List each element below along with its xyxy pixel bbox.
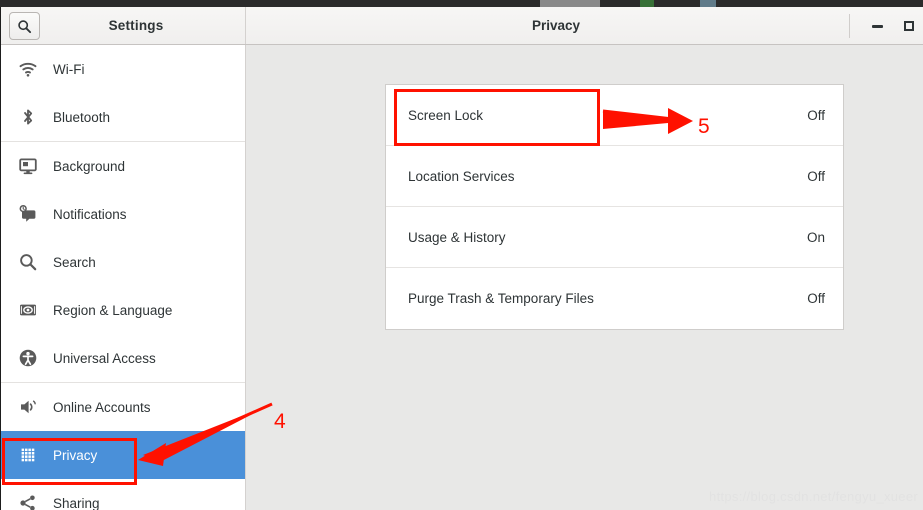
minimize-button[interactable]: [862, 7, 892, 45]
sidebar-item-universal-access[interactable]: Universal Access: [1, 334, 245, 382]
page-title: Privacy: [531, 18, 581, 33]
sidebar-item-region-language[interactable]: Region & Language: [1, 286, 245, 334]
sidebar-item-label: Bluetooth: [53, 109, 111, 125]
privacy-row-title: Usage & History: [408, 229, 506, 245]
headerbar-left: Settings: [1, 7, 246, 44]
sidebar-item-privacy[interactable]: Privacy: [1, 431, 245, 479]
content-area: Screen Lock Off Location Services Off Usage …: [246, 45, 923, 510]
privacy-row-purge-trash-temporary-files[interactable]: Purge Trash & Temporary Files Off: [386, 268, 843, 329]
privacy-row-state: On: [806, 229, 825, 245]
privacy-options-panel: Screen Lock Off Location Services Off Usage …: [385, 84, 844, 330]
privacy-row-title: Screen Lock: [408, 107, 484, 123]
search-icon: [20, 254, 37, 271]
sidebar-item-label: Universal Access: [53, 350, 156, 366]
sidebar-item-background[interactable]: Background: [1, 142, 245, 190]
sidebar-item-wi-fi[interactable]: Wi-Fi: [1, 45, 245, 93]
sharing-icon: [17, 492, 39, 510]
panel-chip-1: [540, 0, 600, 7]
sidebar-item-sharing[interactable]: Sharing: [1, 479, 245, 510]
sidebar-item-label: Privacy: [53, 447, 98, 463]
privacy-row-title: Purge Trash & Temporary Files: [408, 291, 594, 306]
desktop-top-panel: [0, 0, 923, 7]
panel-chip-2: [640, 0, 654, 7]
sidebar-item-label: Sharing: [53, 495, 100, 510]
accessibility-icon: [17, 347, 39, 369]
monitor-icon: [19, 158, 37, 175]
sidebar-item-online-accounts[interactable]: Online Accounts: [1, 383, 245, 431]
maximize-icon: [904, 21, 914, 31]
minimize-icon: [871, 24, 883, 28]
settings-window-screenshot: Settings Privacy Wi-Fi Bluetooth Backgroun…: [0, 0, 923, 510]
privacy-row-screen-lock[interactable]: Screen Lock Off: [386, 85, 843, 146]
privacy-grid-icon: [21, 448, 35, 462]
sidebar-item-label: Online Accounts: [53, 399, 151, 415]
settings-window: Settings Privacy Wi-Fi Bluetooth Backgroun…: [0, 7, 923, 510]
maximize-button[interactable]: [894, 7, 923, 45]
bluetooth-icon: [24, 109, 33, 125]
headerbar-right: Privacy: [246, 7, 923, 44]
notification-bubble-icon: [19, 204, 36, 222]
bluetooth-icon: [17, 106, 39, 128]
panel-chip-3: [700, 0, 716, 7]
sidebar-item-label: Notifications: [53, 206, 127, 222]
privacy-grid-icon: [17, 444, 39, 466]
sharing-icon: [20, 495, 35, 510]
privacy-row-state: Off: [807, 168, 825, 184]
notification-bubble-icon: [17, 203, 39, 225]
monitor-icon: [17, 155, 39, 177]
window-headerbar: Settings Privacy: [1, 7, 923, 45]
region-flag-icon: [17, 299, 39, 321]
sidebar-item-search[interactable]: Search: [1, 238, 245, 286]
watermark-text: https://blog.csdn.net/fengyu_xueer: [709, 489, 918, 504]
online-accounts-icon: [21, 400, 36, 414]
sidebar-item-bluetooth[interactable]: Bluetooth: [1, 93, 245, 141]
wifi-icon: [19, 62, 37, 77]
online-accounts-icon: [17, 396, 39, 418]
accessibility-icon: [19, 349, 37, 367]
search-icon: [17, 251, 39, 273]
region-flag-icon: [20, 304, 36, 316]
privacy-row-usage-history[interactable]: Usage & History On: [386, 207, 843, 268]
privacy-row-title: Location Services: [408, 168, 515, 184]
sidebar-item-label: Wi-Fi: [53, 61, 85, 77]
sidebar-item-label: Search: [53, 254, 96, 270]
settings-title: Settings: [108, 18, 164, 33]
sidebar-item-label: Background: [53, 158, 126, 174]
privacy-row-state: Off: [807, 291, 825, 306]
sidebar-item-notifications[interactable]: Notifications: [1, 190, 245, 238]
window-body: Wi-Fi Bluetooth Background Notifications Sea…: [1, 45, 923, 510]
settings-sidebar: Wi-Fi Bluetooth Background Notifications Sea…: [1, 45, 246, 510]
headerbar-separator: [849, 14, 850, 38]
wifi-icon: [17, 58, 39, 80]
privacy-row-location-services[interactable]: Location Services Off: [386, 146, 843, 207]
sidebar-item-label: Region & Language: [53, 302, 173, 318]
privacy-row-state: Off: [807, 107, 825, 123]
